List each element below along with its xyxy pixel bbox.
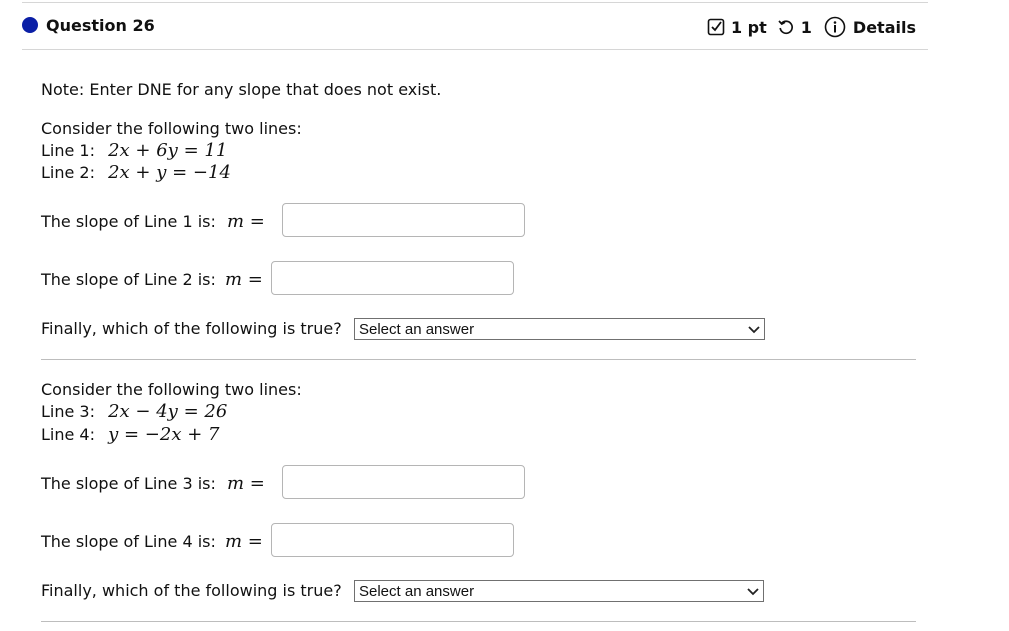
question-title: Question 26	[46, 16, 155, 35]
part-divider	[41, 359, 916, 360]
points-check-icon	[707, 18, 725, 36]
slope-line4-input[interactable]	[271, 523, 514, 557]
chevron-down-icon	[748, 321, 760, 338]
note-text: Note: Enter DNE for any slope that does …	[41, 80, 442, 99]
line1-label: Line 1:	[41, 141, 95, 160]
slope-line2-input[interactable]	[271, 261, 514, 295]
part2-select-value: Select an answer	[359, 582, 475, 600]
question-status-dot	[22, 17, 38, 33]
info-icon	[824, 16, 846, 38]
slope1-label: The slope of Line 1 is:	[41, 212, 216, 231]
attempts-count: 1	[800, 17, 812, 37]
line2-row: Line 2: 2x + y = −14	[41, 162, 231, 183]
line1-equation: 2x + 6y = 11	[108, 140, 228, 161]
question-header: Question 26 1 pt 1 Details	[22, 3, 928, 50]
slope-line1-input[interactable]	[282, 203, 525, 237]
slope2-label: The slope of Line 2 is:	[41, 270, 216, 289]
retry-icon	[777, 18, 795, 36]
part1-question: Finally, which of the following is true?	[41, 319, 342, 338]
line3-equation: 2x − 4y = 26	[108, 401, 228, 422]
slope3-m-label: m =	[226, 473, 265, 494]
line2-label: Line 2:	[41, 163, 95, 182]
points-label: 1 pt	[730, 17, 767, 37]
chevron-down-icon	[747, 583, 759, 600]
slope3-label: The slope of Line 3 is:	[41, 474, 216, 493]
question-meta: 1 pt 1 Details	[707, 16, 916, 38]
line4-label: Line 4:	[41, 425, 95, 444]
slope4-row: The slope of Line 4 is: m =	[41, 531, 263, 552]
part1-answer-select[interactable]: Select an answer	[354, 318, 765, 340]
part1-intro: Consider the following two lines:	[41, 119, 302, 138]
line4-equation: y = −2x + 7	[108, 424, 220, 445]
line3-row: Line 3: 2x − 4y = 26	[41, 401, 227, 422]
line4-row: Line 4: y = −2x + 7	[41, 424, 219, 445]
details-button[interactable]: Details	[824, 16, 916, 38]
line2-equation: 2x + y = −14	[108, 162, 231, 183]
slope2-m-label: m =	[224, 269, 263, 290]
slope4-m-label: m =	[224, 531, 263, 552]
line1-row: Line 1: 2x + 6y = 11	[41, 140, 227, 161]
slope1-row: The slope of Line 1 is: m =	[41, 211, 265, 232]
bottom-divider	[41, 621, 916, 622]
part2-intro: Consider the following two lines:	[41, 380, 302, 399]
part2-answer-select[interactable]: Select an answer	[354, 580, 764, 602]
line3-label: Line 3:	[41, 402, 95, 421]
slope-line3-input[interactable]	[282, 465, 525, 499]
slope4-label: The slope of Line 4 is:	[41, 532, 216, 551]
part1-select-value: Select an answer	[359, 320, 475, 338]
part2-question: Finally, which of the following is true?	[41, 581, 342, 600]
slope2-row: The slope of Line 2 is: m =	[41, 269, 263, 290]
details-label: Details	[852, 17, 916, 37]
slope1-m-label: m =	[226, 211, 265, 232]
slope3-row: The slope of Line 3 is: m =	[41, 473, 265, 494]
